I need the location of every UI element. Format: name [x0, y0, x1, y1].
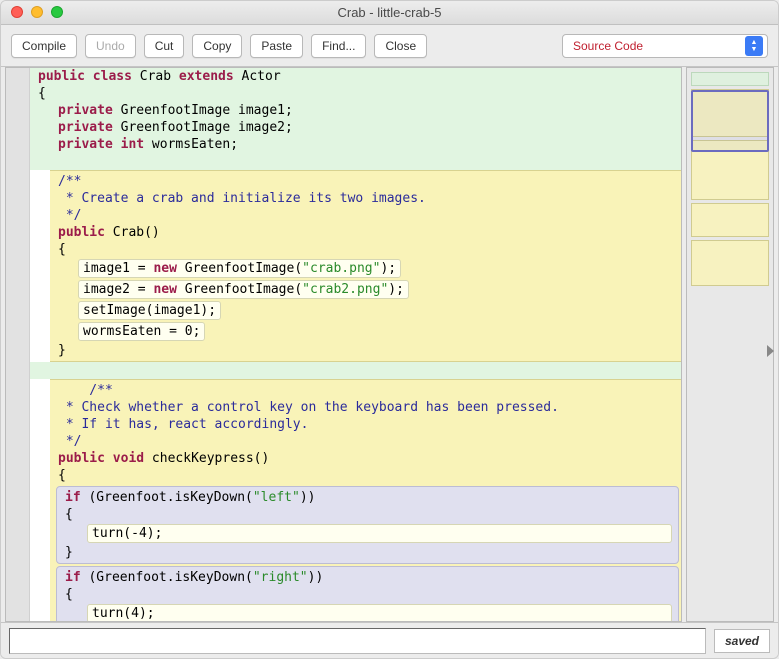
cut-button[interactable]: Cut	[144, 34, 185, 58]
minimap-region	[691, 72, 769, 86]
save-status: saved	[714, 629, 770, 653]
copy-button[interactable]: Copy	[192, 34, 242, 58]
code-editor[interactable]: public class Crab extends Actor { privat…	[30, 68, 681, 621]
window-controls	[11, 6, 63, 18]
window: Crab - little-crab-5 Compile Undo Cut Co…	[0, 0, 779, 659]
editor-wrap: public class Crab extends Actor { privat…	[5, 67, 682, 622]
gutter[interactable]	[6, 68, 30, 621]
undo-button[interactable]: Undo	[85, 34, 136, 58]
minimize-window-icon[interactable]	[31, 6, 43, 18]
minimap-region	[691, 240, 769, 286]
window-title: Crab - little-crab-5	[1, 5, 778, 20]
status-input[interactable]	[9, 628, 706, 654]
main-area: public class Crab extends Actor { privat…	[1, 67, 778, 622]
minimap-region	[691, 203, 769, 237]
view-select-label: Source Code	[573, 39, 745, 53]
toolbar: Compile Undo Cut Copy Paste Find... Clos…	[1, 25, 778, 67]
close-button[interactable]: Close	[374, 34, 427, 58]
minimap[interactable]	[686, 67, 774, 622]
titlebar[interactable]: Crab - little-crab-5	[1, 1, 778, 25]
paste-button[interactable]: Paste	[250, 34, 303, 58]
compile-button[interactable]: Compile	[11, 34, 77, 58]
zoom-window-icon[interactable]	[51, 6, 63, 18]
close-window-icon[interactable]	[11, 6, 23, 18]
statusbar: saved	[1, 622, 778, 658]
find-button[interactable]: Find...	[311, 34, 366, 58]
minimap-viewport[interactable]	[691, 90, 769, 152]
view-select[interactable]: Source Code ▲▼	[562, 34, 768, 58]
updown-icon: ▲▼	[745, 36, 763, 56]
expand-right-icon[interactable]	[767, 345, 774, 357]
